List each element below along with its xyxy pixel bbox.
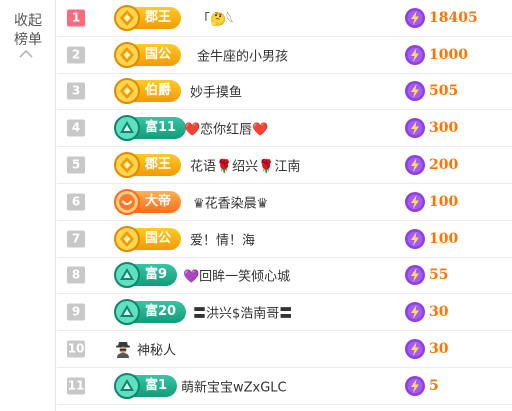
score-value: 55 — [429, 267, 449, 284]
collapse-ranking-toggle[interactable]: 收起榜单 — [0, 0, 56, 411]
title-badge: 大帝 — [114, 188, 182, 215]
diamond-crest-icon — [114, 4, 140, 31]
triangle-crest-icon — [114, 372, 140, 399]
title-badge: 伯爵 — [114, 78, 182, 105]
score-value: 30 — [429, 341, 449, 358]
username[interactable]: 爱！情！海 — [190, 229, 255, 248]
wealth-badge-label: 富1 — [145, 377, 168, 393]
lightning-icon — [405, 191, 425, 212]
title-badge-label: 大帝 — [145, 193, 172, 209]
diamond-crest-icon — [114, 41, 140, 68]
ranking-row[interactable]: 9 富20 〓洪兴$浩南哥〓 30 — [57, 294, 512, 332]
username[interactable]: ♛花香染晨♛ — [193, 192, 268, 211]
wealth-badge-label: 富11 — [145, 120, 177, 136]
lightning-icon — [405, 155, 425, 176]
diamond-crest-icon — [114, 152, 140, 179]
rank-number: 3 — [67, 82, 85, 100]
username[interactable]: 〓洪兴$浩南哥〓 — [193, 303, 292, 322]
title-badge-label: 国公 — [145, 230, 172, 246]
ranking-row[interactable]: 10 神秘人 30 — [57, 331, 512, 368]
ranking-list: 1 郡王 「🤔𓆩 18405 2 国公 金牛座的小男孩 1000 3 伯爵 妙手… — [57, 0, 512, 405]
ranking-row[interactable]: 3 伯爵 妙手摸鱼 505 — [57, 74, 512, 111]
score-value: 100 — [429, 193, 459, 210]
rank-number: 9 — [67, 303, 85, 321]
collapse-label[interactable]: 收起榜单 — [10, 12, 46, 50]
wealth-badge: 富11 — [114, 115, 187, 142]
rank-number: 8 — [67, 266, 85, 284]
username[interactable]: 神秘人 — [137, 340, 176, 359]
username[interactable]: 金牛座的小男孩 — [197, 45, 288, 64]
lightning-icon — [405, 228, 425, 249]
rank-number: 10 — [67, 340, 85, 358]
triangle-crest-icon — [114, 115, 140, 142]
title-badge: 国公 — [114, 41, 182, 68]
username[interactable]: 「🤔𓆩 — [197, 7, 234, 28]
ranking-row[interactable]: 2 国公 金牛座的小男孩 1000 — [57, 37, 512, 74]
triangle-crest-icon — [114, 299, 140, 326]
title-badge: 郡王 — [114, 4, 182, 31]
rank-number: 6 — [67, 193, 85, 211]
score-value: 100 — [429, 230, 459, 247]
score-value: 200 — [429, 157, 459, 174]
wealth-badge-label: 富9 — [145, 267, 168, 283]
ranking-row[interactable]: 6 大帝 ♛花香染晨♛ 100 — [57, 184, 512, 221]
username[interactable]: 💜回眸一笑倾心城 — [183, 266, 290, 285]
lightning-icon — [405, 7, 425, 28]
score-value: 18405 — [429, 9, 478, 26]
smile-crest-icon — [114, 188, 140, 215]
title-badge-label: 国公 — [145, 46, 172, 62]
rank-number: 1 — [67, 9, 85, 27]
username[interactable]: 萌新宝宝wZxGLC — [181, 376, 287, 395]
ranking-row[interactable]: 8 富9 💜回眸一笑倾心城 55 — [57, 258, 512, 295]
chevron-up-icon[interactable] — [17, 48, 35, 60]
score-value: 30 — [429, 304, 449, 321]
rank-number: 2 — [67, 46, 85, 64]
title-badge-label: 伯爵 — [145, 83, 172, 99]
lightning-icon — [405, 302, 425, 323]
lightning-icon — [405, 375, 425, 396]
wealth-badge-label: 富20 — [145, 304, 177, 320]
lightning-icon — [405, 118, 425, 139]
ranking-row[interactable]: 7 国公 爱！情！海 100 — [57, 221, 512, 258]
lightning-icon — [405, 81, 425, 102]
score-value: 300 — [429, 120, 459, 137]
lightning-icon — [405, 339, 425, 360]
ranking-row[interactable]: 4 富11 ❤️恋你红唇❤️ 300 — [57, 110, 512, 148]
rank-number: 4 — [67, 119, 85, 137]
rank-number: 7 — [67, 230, 85, 248]
wealth-badge: 富9 — [114, 262, 178, 289]
rank-number: 11 — [67, 377, 85, 395]
diamond-crest-icon — [114, 78, 140, 105]
diamond-crest-icon — [114, 225, 140, 252]
score-value: 1000 — [429, 46, 468, 63]
ranking-row[interactable]: 5 郡王 花语🌹绍兴🌹江南 200 — [57, 147, 512, 184]
title-badge: 国公 — [114, 225, 182, 252]
anonymous-avatar-icon — [116, 342, 130, 359]
ranking-row[interactable]: 1 郡王 「🤔𓆩 18405 — [57, 0, 512, 37]
lightning-icon — [405, 44, 425, 65]
score-value: 505 — [429, 83, 459, 100]
triangle-crest-icon — [114, 262, 140, 289]
wealth-badge: 富1 — [114, 372, 178, 399]
ranking-row[interactable]: 11 富1 萌新宝宝wZxGLC 5 — [57, 368, 512, 405]
rank-number: 5 — [67, 156, 85, 174]
lightning-icon — [405, 265, 425, 286]
title-badge: 郡王 — [114, 152, 182, 179]
title-badge-label: 郡王 — [145, 9, 172, 25]
title-badge-label: 郡王 — [145, 157, 172, 173]
score-value: 5 — [429, 377, 439, 394]
username[interactable]: 妙手摸鱼 — [190, 82, 242, 101]
wealth-badge: 富20 — [114, 299, 187, 326]
username[interactable]: 花语🌹绍兴🌹江南 — [190, 156, 300, 175]
username[interactable]: ❤️恋你红唇❤️ — [184, 119, 268, 138]
